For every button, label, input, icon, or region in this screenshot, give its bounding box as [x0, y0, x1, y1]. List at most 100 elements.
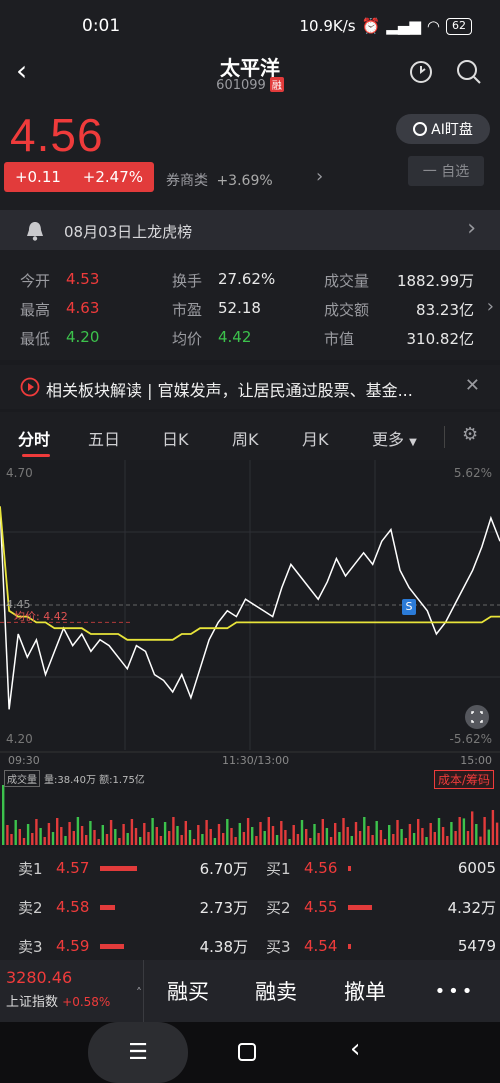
sell-order-row: 卖1 4.57 6.70万 — [18, 858, 248, 878]
fullscreen-icon[interactable] — [464, 704, 490, 730]
volume-bar — [209, 829, 212, 845]
sector-label: 券商类 — [166, 173, 208, 189]
y-axis-top-label: 4.70 — [6, 466, 33, 480]
tab-divider — [444, 426, 445, 448]
chevron-right-icon[interactable]: › — [316, 166, 323, 187]
gear-icon[interactable]: ⚙ — [462, 424, 478, 445]
volume-bar — [134, 828, 138, 845]
back-nav-icon[interactable]: ‹ — [350, 1034, 360, 1064]
y-axis-bottom-label: 4.20 — [6, 732, 33, 746]
open-label: 今开 — [20, 272, 51, 290]
ai-watch-button[interactable]: AI盯盘 — [396, 114, 490, 144]
search-icon[interactable] — [455, 58, 483, 86]
turnover-label: 换手 — [172, 272, 203, 290]
volume-bar — [284, 830, 287, 845]
volume-bar — [450, 822, 453, 845]
sell-level-price: 4.57 — [56, 859, 90, 877]
volume-label: 成交量 — [324, 272, 370, 290]
system-nav-bar: ☰ ‹ — [0, 1022, 500, 1083]
margin-sell-button[interactable]: 融卖 — [232, 960, 320, 1022]
volume-bar — [226, 819, 229, 845]
sell-marker[interactable]: S — [402, 599, 416, 615]
pct-top-label: 5.62% — [453, 466, 492, 480]
turnover-value: 27.62% — [218, 270, 276, 288]
chevron-right-icon: › — [467, 216, 476, 241]
sector-row[interactable]: 券商类 +3.69% — [166, 170, 273, 190]
volume-bar — [363, 817, 366, 845]
cancel-order-button[interactable]: 撤单 — [320, 960, 410, 1022]
buy-level-price: 4.56 — [304, 859, 338, 877]
volume-bar — [76, 817, 80, 845]
volume-bar — [466, 831, 470, 845]
volume-bar — [458, 817, 461, 845]
cost-chips-button[interactable]: 成本/筹码 — [433, 770, 494, 789]
index-value: 3280.46 — [6, 968, 73, 987]
stock-header: ‹ 太平洋 601099 融 — [0, 50, 500, 100]
volume-bar — [404, 838, 407, 845]
volume-bar — [251, 827, 254, 845]
volume-bar — [43, 837, 46, 845]
sell-order-row: 卖2 4.58 2.73万 — [18, 897, 248, 917]
tab-intraday[interactable]: 分时 — [18, 426, 50, 450]
more-button[interactable]: ••• — [410, 960, 500, 1022]
buy-order-row: 买3 4.54 5479 — [266, 936, 496, 956]
play-icon — [20, 377, 40, 397]
sell-level-price: 4.59 — [56, 937, 90, 955]
volume-bar — [192, 839, 196, 845]
buy-volume-bar — [348, 944, 352, 949]
expand-chevron-icon[interactable]: › — [487, 296, 494, 317]
x-axis-start: 09:30 — [8, 754, 40, 767]
volume-bar — [97, 839, 100, 845]
volume-bar — [205, 820, 208, 845]
volume-bar — [85, 835, 88, 845]
buy-order-row: 买2 4.55 4.32万 — [266, 897, 496, 917]
volume-bar — [47, 823, 51, 845]
dragon-tiger-banner[interactable]: 08月03日上龙虎榜 › — [0, 210, 500, 250]
tab-more[interactable]: 更多 ▼ — [372, 426, 417, 450]
sell-level-volume: 4.38万 — [199, 937, 248, 956]
tab-daily-k[interactable]: 日K — [162, 426, 189, 450]
volume-selector[interactable]: 成交量 — [4, 770, 40, 787]
volume-bar — [321, 819, 324, 845]
sell-volume-bar — [100, 866, 138, 871]
amount-label: 成交额 — [324, 301, 370, 319]
volume-bar — [354, 822, 358, 845]
volume-bar — [122, 824, 125, 845]
volume-bar — [491, 810, 495, 845]
news-ticker[interactable]: 相关板块解读 | 官媒发声，让居民通过股票、基金... ✕ — [0, 365, 500, 409]
price-section: 4.56 +0.11 +2.47% 券商类 +3.69% › AI盯盘 一 自选 — [0, 100, 500, 210]
volume-bar — [130, 819, 134, 845]
volume-bar — [56, 818, 59, 845]
volume-bar — [18, 829, 21, 845]
high-value: 4.63 — [66, 299, 100, 317]
wifi-icon: ◠ — [426, 17, 440, 35]
tab-5day[interactable]: 五日 — [88, 426, 120, 450]
ai-icon — [413, 122, 428, 136]
volume-bar — [14, 820, 17, 845]
tab-weekly-k[interactable]: 周K — [232, 426, 259, 450]
volume-bar — [487, 829, 490, 845]
volume-bar — [72, 831, 75, 845]
volume-bar — [367, 826, 370, 845]
current-price: 4.56 — [10, 109, 104, 161]
volume-bar — [172, 817, 175, 845]
chart-canvas — [0, 460, 500, 845]
close-icon[interactable]: ✕ — [465, 375, 480, 396]
buy-level-volume: 6005 — [457, 859, 496, 877]
ai-watch-label: AI盯盘 — [431, 122, 473, 138]
volume-bar — [89, 821, 92, 845]
mcap-value: 310.82亿 — [406, 330, 475, 348]
margin-buy-button[interactable]: 融买 — [144, 960, 232, 1022]
banner-text: 08月03日上龙虎榜 — [64, 223, 193, 241]
high-label: 最高 — [20, 301, 51, 319]
add-watchlist-button[interactable]: 一 自选 — [408, 156, 484, 186]
volume-bar — [342, 818, 345, 845]
refresh-icon[interactable] — [407, 58, 435, 86]
index-widget[interactable]: 3280.46 上证指数 +0.58% ˄ — [6, 968, 144, 1010]
home-icon[interactable] — [238, 1043, 256, 1061]
tab-monthly-k[interactable]: 月K — [302, 426, 329, 450]
menu-button[interactable]: ☰ — [88, 1022, 188, 1083]
volume-info: 量:38.40万 额:1.75亿 — [44, 775, 145, 786]
sell-level-price: 4.58 — [56, 898, 90, 916]
volume-bar — [379, 830, 383, 845]
